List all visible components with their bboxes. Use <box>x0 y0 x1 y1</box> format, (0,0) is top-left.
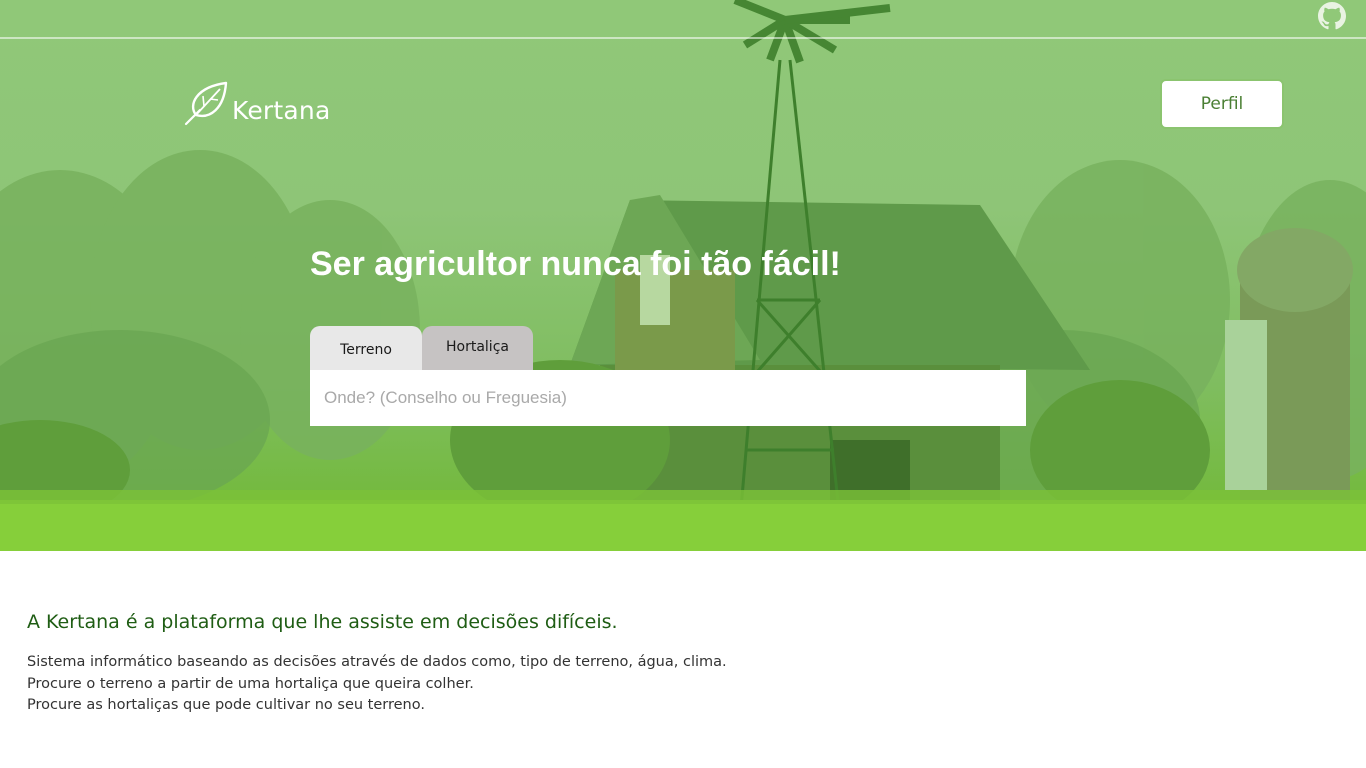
about-section: A Kertana é a plataforma que lhe assiste… <box>27 606 927 717</box>
tab-terreno[interactable]: Terreno <box>310 326 422 370</box>
github-icon[interactable] <box>1318 2 1346 30</box>
brand-name: Kertana <box>232 95 331 125</box>
location-search-input[interactable] <box>310 370 1026 426</box>
about-line: Procure as hortaliças que pode cultivar … <box>27 697 425 713</box>
leaf-icon <box>182 79 230 131</box>
profile-button[interactable]: Perfil <box>1160 79 1284 129</box>
about-line: Sistema informático baseando as decisões… <box>27 654 727 670</box>
about-line: Procure o terreno a partir de uma hortal… <box>27 675 474 692</box>
brand-logo[interactable]: Kertana <box>182 80 331 130</box>
hero-headline: Ser agricultor nunca foi tão fácil! <box>310 245 841 283</box>
about-title: A Kertana é a plataforma que lhe assiste… <box>27 611 618 633</box>
header-divider <box>0 37 1366 39</box>
tab-hortalica[interactable]: Hortaliça <box>422 326 533 370</box>
